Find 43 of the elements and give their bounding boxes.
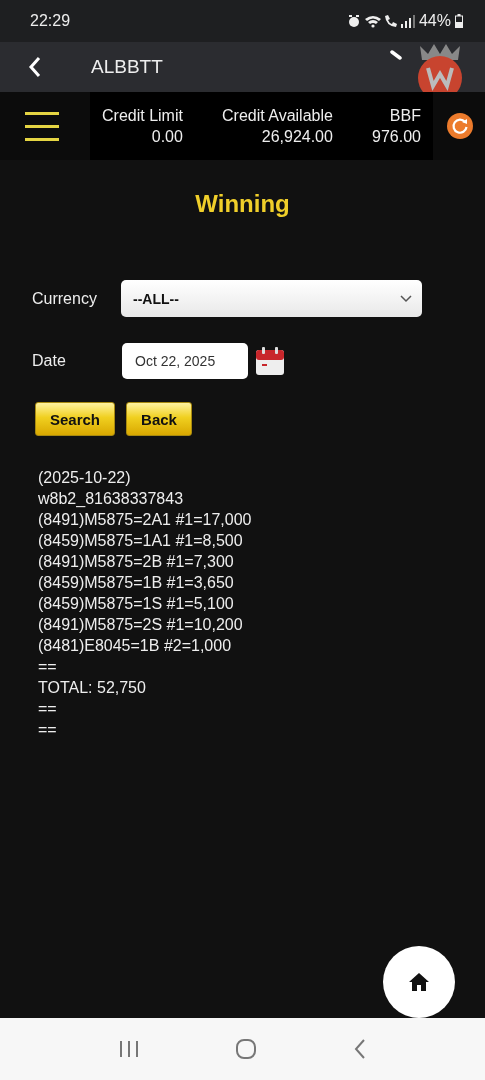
wifi-icon — [364, 14, 381, 28]
report-line: == — [38, 657, 58, 677]
report-line: TOTAL: 52,750 — [38, 678, 147, 698]
signal-icon — [400, 14, 415, 28]
home-nav-icon[interactable] — [234, 1038, 257, 1060]
phone-icon — [384, 15, 397, 27]
date-label: Date — [32, 352, 67, 370]
refresh-icon[interactable] — [447, 113, 473, 139]
report-line: (8481)E8045=1B #2=1,000 — [38, 636, 233, 656]
currency-label: Currency — [32, 289, 98, 308]
alarm-icon — [346, 14, 361, 28]
credit-label: BBF — [389, 106, 421, 126]
report-line: (8459)M5875=1S #1=5,100 — [38, 594, 235, 614]
report-line: (8491)M5875=2B #1=7,300 — [38, 552, 235, 572]
dash-icon — [390, 50, 402, 60]
date-field[interactable]: Oct 22, 2025 — [122, 343, 248, 379]
credit-label: Credit Limit — [102, 106, 183, 126]
calendar-icon[interactable] — [255, 346, 285, 376]
recents-icon[interactable] — [117, 1039, 140, 1059]
action-button[interactable]: Search — [35, 402, 116, 436]
credit-value: 976.00 — [372, 127, 421, 147]
currency-select[interactable]: --ALL-- — [121, 280, 422, 317]
report-line: (8491)M5875=2S #1=10,200 — [38, 615, 244, 635]
report-line: (8491)M5875=2A1 #1=17,000 — [38, 510, 253, 530]
back-icon[interactable] — [28, 56, 42, 78]
report-line: (8459)M5875=1B #1=3,650 — [38, 573, 235, 593]
battery-percent: 44% — [418, 12, 451, 30]
report-line: == — [38, 720, 58, 740]
home-icon — [408, 972, 430, 992]
status-time: 22:29 — [30, 12, 71, 30]
credit-value: 0.00 — [151, 127, 183, 147]
page-title: Winning — [194, 190, 291, 218]
report-line: (8459)M5875=1A1 #1=8,500 — [38, 531, 244, 551]
battery-icon — [455, 14, 463, 28]
report-line: w8b2_81638337843 — [38, 489, 185, 509]
action-button[interactable]: Back — [126, 402, 192, 436]
credit-value: 26,924.00 — [261, 127, 333, 147]
menu-icon[interactable] — [25, 111, 59, 141]
credit-label: Credit Available — [222, 106, 333, 126]
report-line: == — [38, 699, 58, 719]
app-title: ALBBTT — [91, 56, 163, 78]
report-line: (2025-10-22) — [38, 468, 132, 488]
caret-icon — [400, 294, 412, 303]
